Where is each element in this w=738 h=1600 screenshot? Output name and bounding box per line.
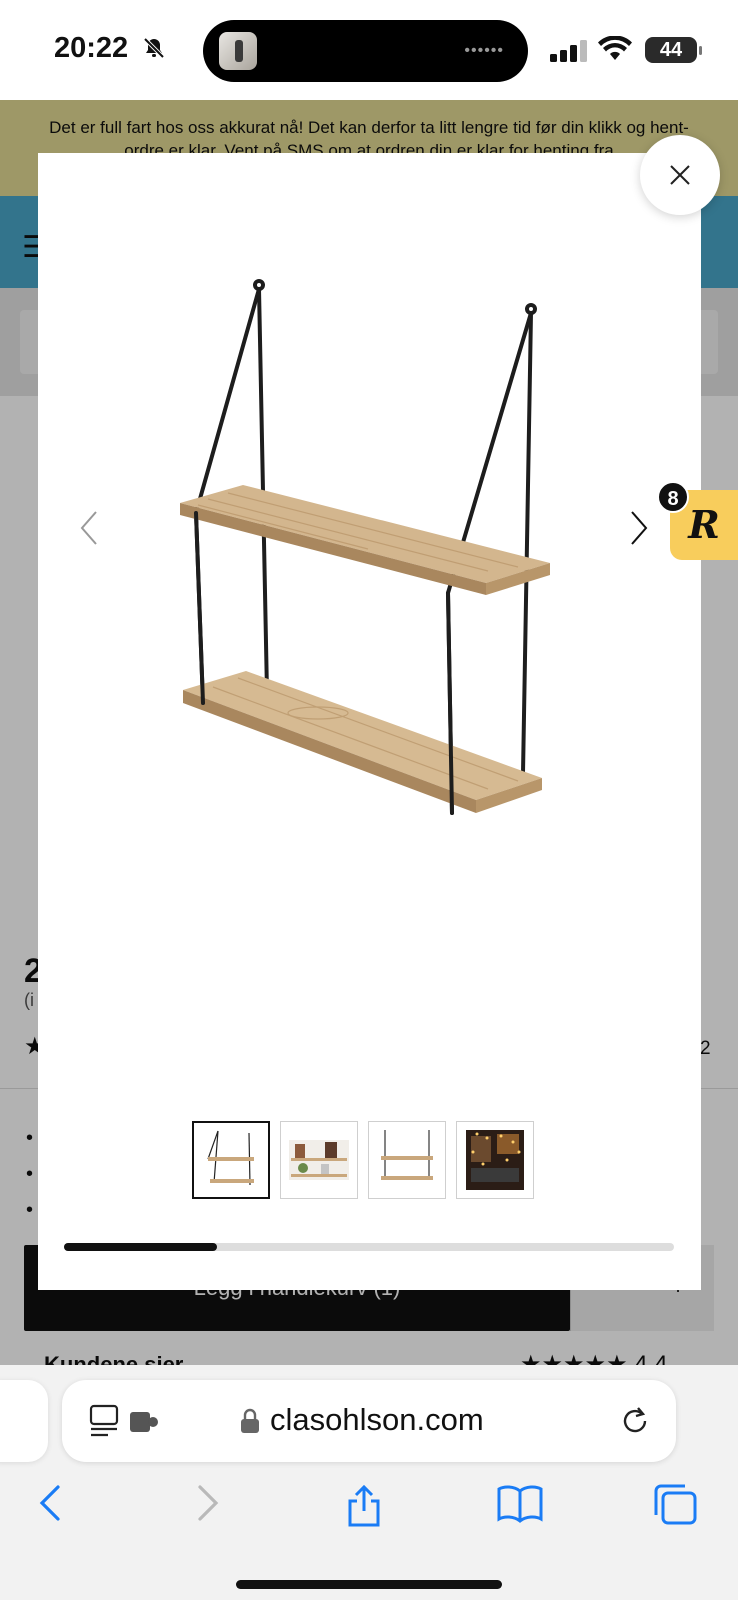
activity-dots-icon: •••••• xyxy=(464,42,504,59)
extension-icon[interactable] xyxy=(130,1410,160,1439)
previous-tab-peek[interactable] xyxy=(0,1380,48,1462)
thumbnail-shelf-front[interactable] xyxy=(192,1121,270,1199)
forward-icon[interactable] xyxy=(192,1483,222,1528)
wifi-icon xyxy=(598,35,632,67)
chevron-right-icon[interactable] xyxy=(628,508,650,553)
thumbnail-strip xyxy=(192,1121,534,1199)
close-icon xyxy=(670,165,690,185)
url-text: clasohlson.com xyxy=(270,1402,484,1437)
share-icon[interactable] xyxy=(344,1483,384,1532)
signal-icon xyxy=(550,40,590,67)
reader-icon[interactable] xyxy=(88,1404,122,1443)
status-time: 20:22 xyxy=(54,32,129,64)
gallery-progress-fill xyxy=(64,1243,217,1251)
reload-icon[interactable] xyxy=(618,1404,652,1443)
dynamic-island[interactable]: •••••• xyxy=(203,20,528,82)
bell-slash-icon xyxy=(142,36,166,65)
tabs-icon[interactable] xyxy=(652,1483,698,1532)
address-bar[interactable]: clasohlson.com xyxy=(62,1380,676,1462)
battery-icon: 44 xyxy=(645,37,702,63)
home-indicator[interactable] xyxy=(236,1580,502,1589)
image-gallery-modal xyxy=(38,153,701,1290)
status-bar: 20:22 •••••• 44 xyxy=(0,0,738,100)
safari-bottom-bar: clasohlson.com xyxy=(0,1365,738,1600)
lock-icon xyxy=(240,1408,260,1439)
gallery-progress-bar xyxy=(64,1243,674,1251)
thumbnail-shelf-styled[interactable] xyxy=(280,1121,358,1199)
thumbnail-shelf-room[interactable] xyxy=(456,1121,534,1199)
thumbnail-shelf-side[interactable] xyxy=(368,1121,446,1199)
chevron-left-icon[interactable] xyxy=(78,508,100,553)
back-icon[interactable] xyxy=(36,1483,66,1528)
bookmarks-icon[interactable] xyxy=(496,1483,544,1528)
product-image-wall-shelf xyxy=(168,273,588,833)
rewards-badge: 8 xyxy=(657,481,689,513)
close-gallery-button[interactable] xyxy=(640,135,720,215)
now-playing-thumbnail xyxy=(219,32,257,70)
